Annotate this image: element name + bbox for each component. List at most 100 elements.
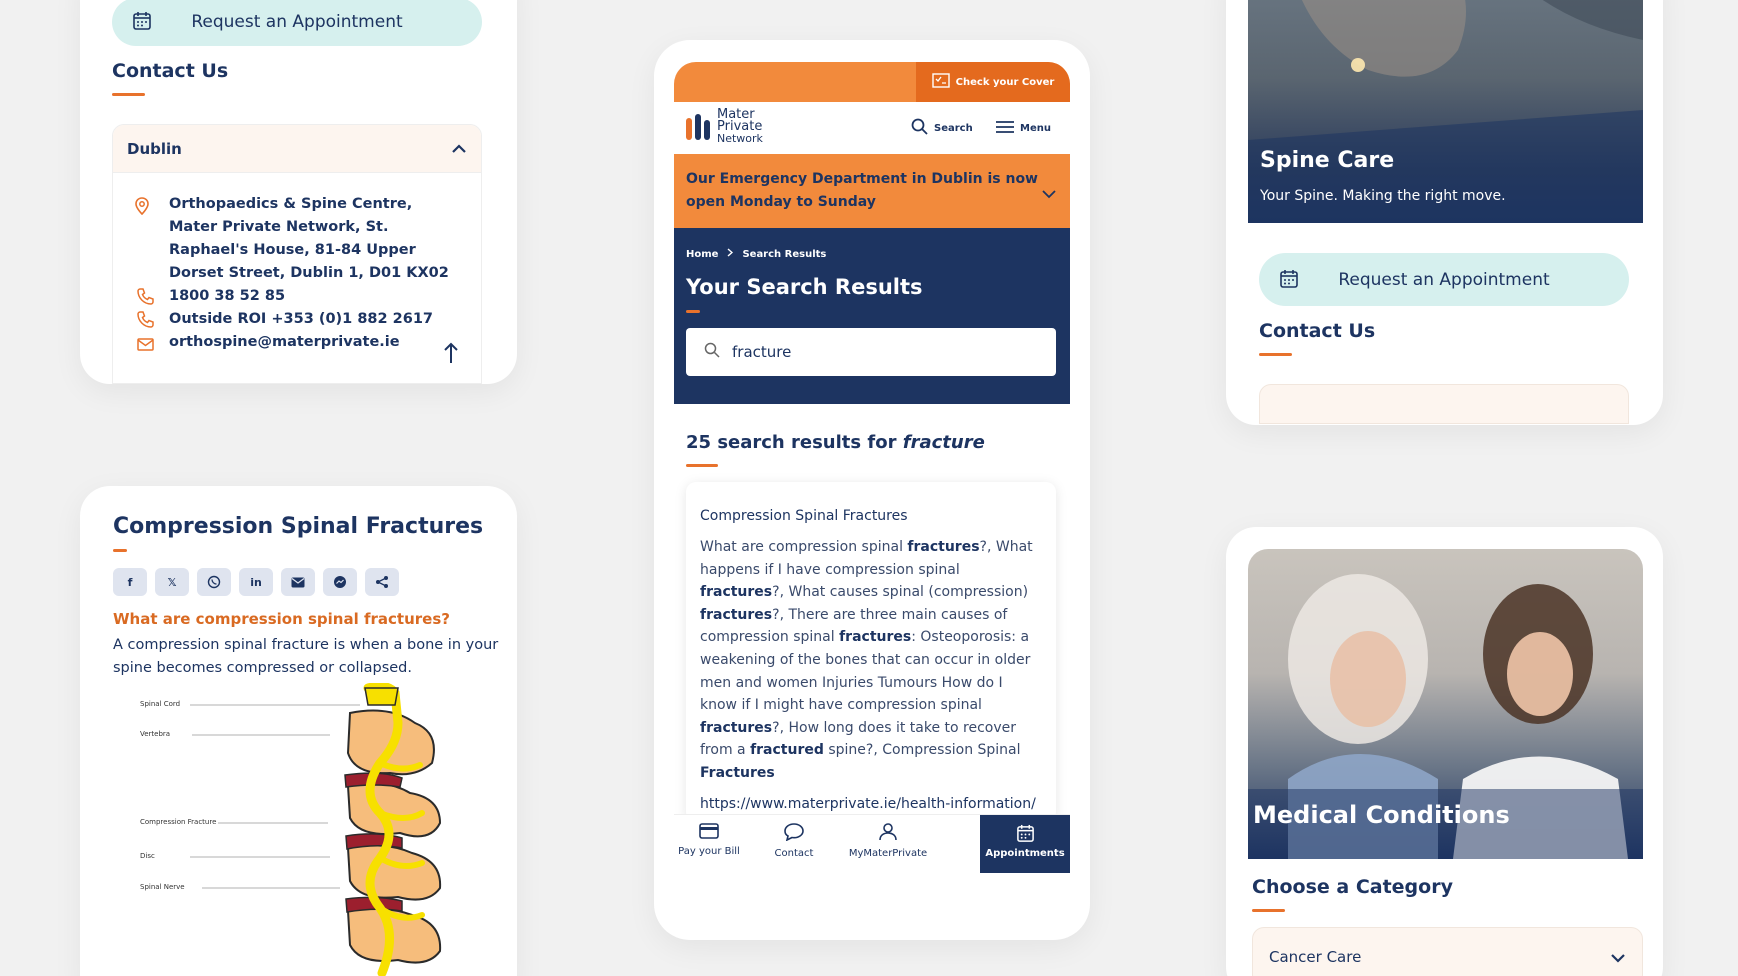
logo[interactable]: Mater Private Network xyxy=(685,108,763,145)
snippet-highlight: fractured xyxy=(750,742,824,759)
medical-hero-image: Medical Conditions xyxy=(1248,549,1643,859)
phone-icon xyxy=(137,288,154,313)
request-appointment-button[interactable]: Request an Appointment xyxy=(112,0,482,46)
choose-category-heading: Choose a Category xyxy=(1252,876,1453,898)
nav-mymaterprivate[interactable]: MyMaterPrivate xyxy=(844,823,932,859)
nav-appointments-label: Appointments xyxy=(985,848,1065,859)
diagram-label-compression-fracture: Compression Fracture xyxy=(140,818,217,826)
snippet-highlight: fractures xyxy=(700,606,773,623)
phone-mockup: Check your Cover Mater Private Network S… xyxy=(654,40,1090,940)
article-question: What are compression spinal fractures? xyxy=(113,610,450,628)
nav-contact-label: Contact xyxy=(774,848,814,859)
messenger-icon[interactable] xyxy=(323,568,357,596)
spine-diagram: Spinal Cord Vertebra Compression Fractur… xyxy=(140,681,480,976)
contact-card-left: Request an Appointment Contact Us Dublin… xyxy=(80,0,517,384)
arrow-up-icon[interactable] xyxy=(443,342,459,368)
search-hero: Home Search Results Your Search Results … xyxy=(674,228,1070,404)
category-select-value: Cancer Care xyxy=(1269,948,1362,966)
chevron-down-icon-category xyxy=(1610,948,1626,967)
bottom-nav: Pay your Bill Contact MyMaterPrivate App… xyxy=(674,814,1070,873)
results-count: 25 search results for fracture xyxy=(686,432,985,453)
search-label: Search xyxy=(934,122,973,134)
snippet-text: What are compression spinal xyxy=(700,539,908,555)
card-icon xyxy=(674,823,744,842)
article-card: Compression Spinal Fractures f 𝕏 in What… xyxy=(80,486,517,976)
logo-mark-icon xyxy=(686,114,710,140)
hero-subtitle: Your Spine. Making the right move. xyxy=(1260,188,1506,204)
calendar-nav-icon xyxy=(980,824,1070,846)
snippet-highlight: fractures xyxy=(907,539,980,555)
results-underline xyxy=(686,464,718,467)
spine-care-card: Spine Care Your Spine. Making the right … xyxy=(1226,0,1663,425)
breadcrumb-current: Search Results xyxy=(742,248,827,260)
snippet-highlight: fractures xyxy=(700,584,773,601)
phone-outside-link[interactable]: Outside ROI +353 (0)1 882 2617 xyxy=(169,308,467,331)
location-pin-icon xyxy=(135,197,149,223)
diagram-label-spinal-cord: Spinal Cord xyxy=(140,700,181,708)
results-query: fracture xyxy=(902,432,985,453)
contact-underline-right xyxy=(1259,353,1292,356)
check-cover-label: Check your Cover xyxy=(955,76,1055,88)
share-icon[interactable] xyxy=(365,568,399,596)
category-underline xyxy=(1252,909,1285,912)
chevron-right-icon xyxy=(727,248,734,260)
linkedin-icon[interactable]: in xyxy=(239,568,273,596)
results-count-prefix: 25 search results for xyxy=(686,432,897,453)
diagram-label-vertebra: Vertebra xyxy=(140,730,171,738)
breadcrumb-home[interactable]: Home xyxy=(686,249,718,260)
phone-link[interactable]: 1800 38 52 85 xyxy=(169,285,467,308)
snippet-text: spine?, Compression Spinal xyxy=(823,742,1021,759)
menu-label: Menu xyxy=(1020,123,1051,134)
chevron-up-icon xyxy=(451,139,467,158)
facebook-icon[interactable]: f xyxy=(113,568,147,596)
search-field[interactable]: fracture xyxy=(686,328,1056,376)
x-twitter-icon[interactable]: 𝕏 xyxy=(155,568,189,596)
request-appointment-button-right[interactable]: Request an Appointment xyxy=(1259,253,1629,306)
result-card[interactable]: Compression Spinal Fractures What are co… xyxy=(686,482,1056,834)
medical-hero-title: Medical Conditions xyxy=(1253,801,1510,829)
phone-outside-icon xyxy=(137,311,154,336)
nav-contact[interactable]: Contact xyxy=(764,823,824,859)
accordion-peek xyxy=(1259,384,1629,424)
chat-bubble-icon xyxy=(764,823,824,844)
medical-conditions-card: Medical Conditions Choose a Category Can… xyxy=(1226,527,1663,976)
accordion-header-dublin[interactable]: Dublin xyxy=(113,125,481,173)
title-underline xyxy=(113,549,127,552)
result-snippet: What are compression spinal fractures?, … xyxy=(700,536,1042,785)
location-accordion: Dublin Orthopaedics & Spine Centre, Mate… xyxy=(112,124,482,384)
calendar-icon-right xyxy=(1279,269,1299,294)
logo-line-3: Network xyxy=(717,132,763,145)
snippet-highlight: fractures xyxy=(700,719,773,736)
email-link[interactable]: orthospine@materprivate.ie xyxy=(169,331,467,354)
menu-button[interactable]: Menu xyxy=(996,120,1051,137)
email-share-icon[interactable] xyxy=(281,568,315,596)
nav-pay-bill-label: Pay your Bill xyxy=(678,846,740,857)
phone-screen: Check your Cover Mater Private Network S… xyxy=(674,62,1070,912)
hamburger-icon xyxy=(996,120,1014,137)
nav-pay-bill[interactable]: Pay your Bill xyxy=(674,823,744,857)
search-icon xyxy=(911,118,928,138)
article-title: Compression Spinal Fractures xyxy=(113,514,484,539)
search-button[interactable]: Search xyxy=(911,118,973,138)
check-cover-button[interactable]: Check your Cover xyxy=(916,62,1070,102)
search-field-icon xyxy=(704,342,720,362)
whatsapp-icon[interactable] xyxy=(197,568,231,596)
emergency-alert[interactable]: Our Emergency Department in Dublin is no… xyxy=(674,154,1070,228)
breadcrumb: Home Search Results xyxy=(686,248,826,260)
search-input[interactable]: fracture xyxy=(732,343,791,361)
diagram-label-spinal-nerve: Spinal Nerve xyxy=(140,883,185,891)
diagram-label-disc: Disc xyxy=(140,852,155,860)
request-appointment-label-right: Request an Appointment xyxy=(1338,269,1550,290)
request-appointment-label: Request an Appointment xyxy=(191,12,403,32)
chevron-down-icon xyxy=(1042,184,1056,203)
category-select[interactable]: Cancer Care xyxy=(1252,927,1643,976)
nav-mymaterprivate-label: MyMaterPrivate xyxy=(848,848,928,859)
address-text: Orthopaedics & Spine Centre, Mater Priva… xyxy=(169,196,449,281)
checklist-icon xyxy=(931,73,950,91)
snippet-highlight: Fractures xyxy=(700,764,775,781)
nav-appointments[interactable]: Appointments xyxy=(980,815,1070,873)
result-title[interactable]: Compression Spinal Fractures xyxy=(700,508,1042,524)
user-icon xyxy=(844,823,932,844)
snippet-text: ?, What causes spinal (compression) xyxy=(772,584,1029,601)
site-header: Mater Private Network Search Menu xyxy=(674,102,1070,154)
